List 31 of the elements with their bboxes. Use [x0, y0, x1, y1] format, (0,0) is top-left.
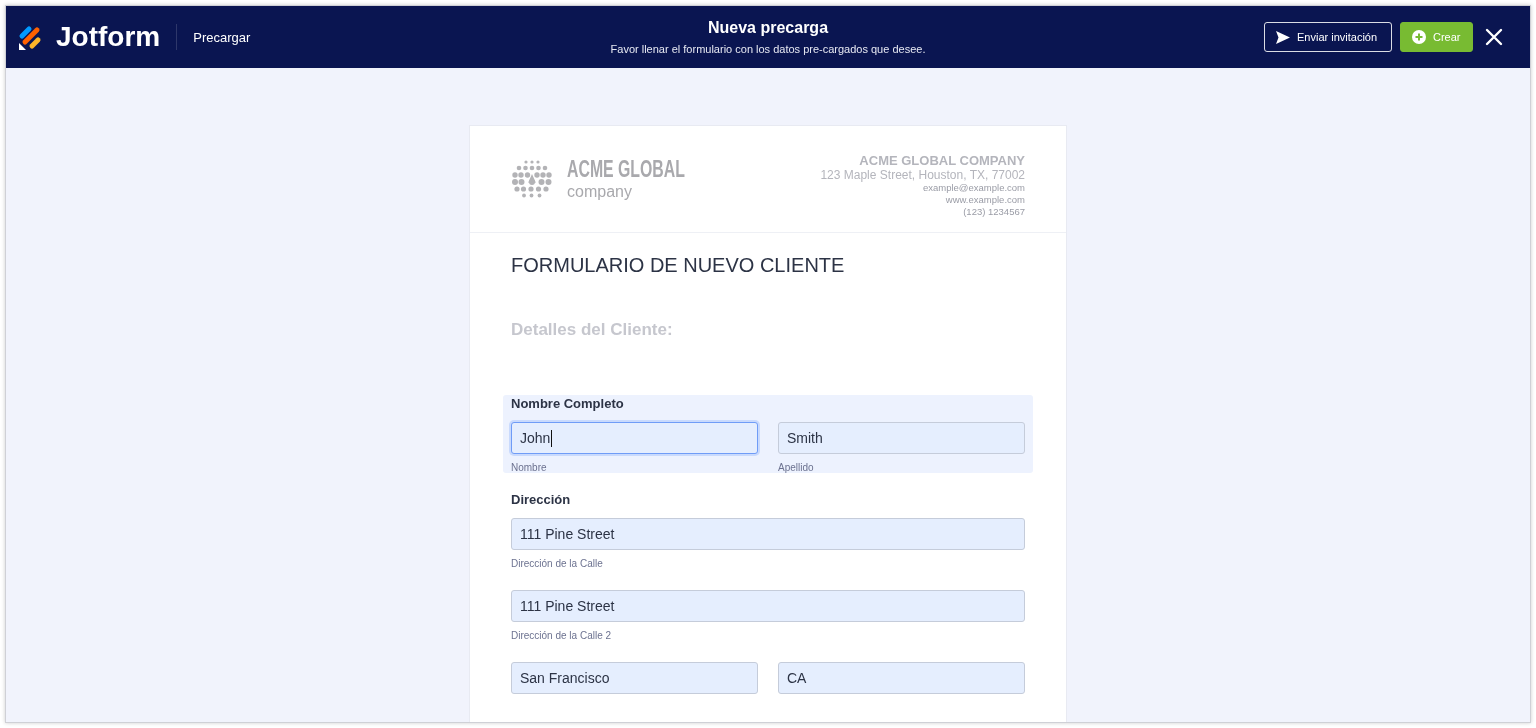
text-cursor — [551, 429, 553, 447]
plus-circle-icon — [1412, 30, 1426, 44]
input-field[interactable]: John — [511, 422, 758, 454]
company-name: ACME GLOBAL COMPANY — [859, 154, 1025, 168]
company-website: www.example.com — [945, 194, 1025, 206]
input-field[interactable]: CA — [778, 662, 1025, 694]
logo-name: ACME GLOBAL — [567, 156, 685, 181]
company-address: 123 Maple Street, Houston, TX, 77002 — [820, 168, 1025, 182]
field-sublabel: Dirección de la Calle — [511, 558, 604, 569]
field-sublabel: Nombre — [511, 462, 548, 473]
brand-name: Jotform — [56, 21, 161, 53]
field-label: Dirección — [511, 493, 572, 507]
field-label: Nombre Completo — [511, 397, 625, 411]
input-field[interactable]: 111 Pine Street — [511, 518, 1025, 550]
page-subtitle: Favor llenar el formulario con los datos pre-cargados que desee. — [610, 43, 926, 56]
field-sublabel: Apellido — [778, 462, 815, 473]
input-field[interactable]: San Francisco — [511, 662, 758, 694]
send-invitation-button[interactable]: Enviar invitación — [1264, 22, 1392, 52]
section-heading: Detalles del Cliente: — [511, 320, 674, 340]
section-label: Precargar — [193, 29, 251, 45]
page-title: Nueva precarga — [707, 18, 829, 38]
input-field[interactable]: Smith — [778, 422, 1025, 454]
logo-tagline: company — [567, 181, 632, 202]
globe-logo-icon — [511, 158, 553, 200]
input-field[interactable]: 111 Pine Street — [511, 590, 1025, 622]
field-sublabel: Dirección de la Calle 2 — [511, 630, 613, 641]
send-icon — [1276, 30, 1290, 44]
company-email: example@example.com — [922, 182, 1025, 194]
company-phone: (123) 1234567 — [963, 206, 1025, 218]
form-title: FORMULARIO DE NUEVO CLIENTE — [511, 253, 846, 278]
close-icon[interactable] — [1485, 28, 1503, 46]
